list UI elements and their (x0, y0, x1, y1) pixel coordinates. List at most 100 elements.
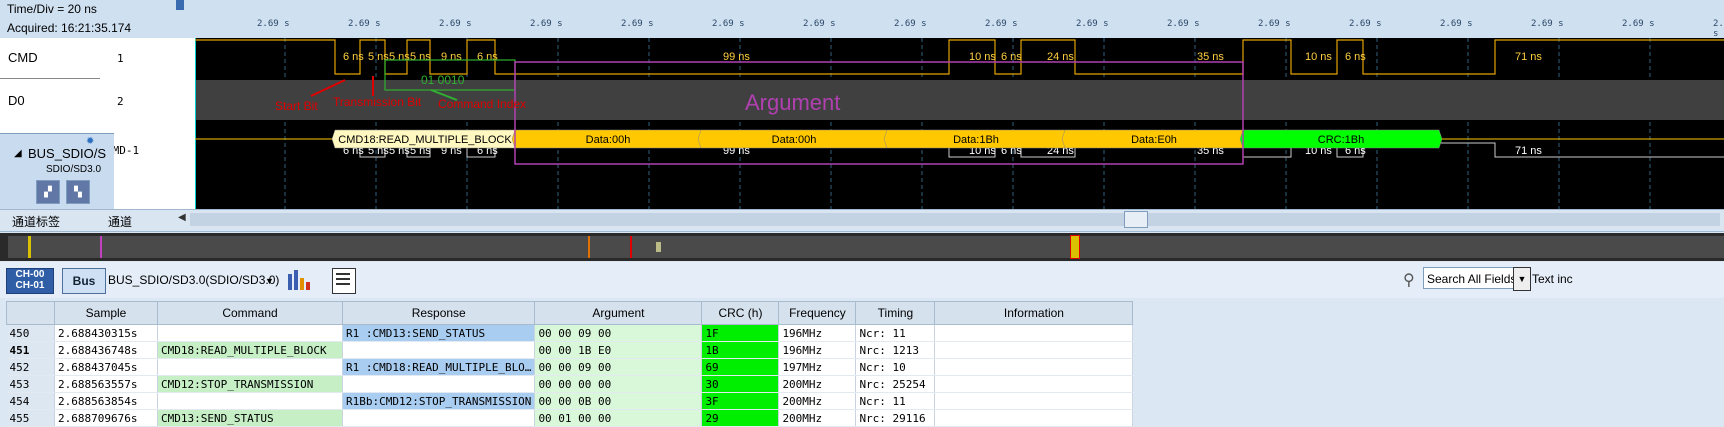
ruler-tick-label: 2.69 s (1076, 19, 1109, 29)
column-header-timing[interactable]: Timing (855, 301, 936, 325)
cell-argument: 00 00 1B E0 (534, 341, 703, 359)
channel-select-button[interactable]: CH-00 CH-01 (6, 268, 54, 294)
row-index: 450 (6, 324, 55, 342)
table-row[interactable]: 454 2.688563854s R1Bb:CMD12:STOP_TRANSMISS… (6, 392, 1134, 410)
gear-icon[interactable]: ✹ (86, 136, 94, 147)
cell-sample: 2.688436748s (54, 341, 158, 359)
cell-crc: 69 (701, 358, 780, 376)
bus-protocol: SDIO/SD3.0 (46, 164, 102, 175)
ruler-tick-label: 2.69 s (348, 19, 381, 29)
ruler-tick-label: 2.69 s (257, 19, 290, 29)
cell-argument: 00 01 00 00 (534, 409, 703, 427)
cell-information (934, 375, 1134, 393)
cell-information (934, 324, 1134, 342)
cmd-duration-label: 35 ns (1197, 51, 1224, 63)
column-header-argument[interactable]: Argument (534, 301, 703, 325)
search-icon: ⚲ (1403, 272, 1415, 289)
ruler-tick-label: 2.69 s (803, 19, 836, 29)
cmd-duration-label: 10 ns (969, 51, 996, 63)
collapse-triangle-icon[interactable]: ◢ (14, 148, 22, 159)
tab-channel-tag[interactable]: 通道标签 (12, 213, 60, 230)
ruler-tick-label: 2.69 s (1622, 19, 1655, 29)
column-header-command[interactable]: Command (157, 301, 343, 325)
cmd-duration-label: 5 ns (368, 51, 389, 63)
cell-timing: Nrc: 1213 (855, 341, 936, 359)
bus-decode-icon[interactable]: ▞ (36, 180, 60, 204)
trigger-marker-icon[interactable] (176, 0, 184, 10)
bus-format-icon[interactable]: ▚ (66, 180, 90, 204)
table-row[interactable]: 450 2.688430315s R1 :CMD13:SEND_STATUS 00 0… (6, 324, 1134, 342)
decode-toolbar: CH-00 CH-01 Bus BUS_SDIO/SD3.0(SDIO/SD3.… (0, 262, 1724, 298)
overview-viewport[interactable] (1070, 235, 1080, 259)
table-row[interactable]: 453 2.688563557s CMD12:STOP_TRANSMISSION 00… (6, 375, 1134, 393)
channel-label-cmd[interactable]: CMD (8, 50, 38, 65)
cell-argument: 00 00 0B 00 (534, 392, 703, 410)
chart-icon[interactable] (284, 268, 320, 292)
text-inc-label[interactable]: Text inc (1532, 272, 1573, 286)
bus-channel-block[interactable]: ◢ BUS_SDIO/S SDIO/SD3.0 ✹ ▞ ▚ (0, 133, 114, 210)
cell-argument: 00 00 00 00 (534, 375, 703, 393)
row-index: 451 (6, 341, 55, 359)
scroll-left-icon[interactable]: ◀ (178, 212, 186, 223)
cmd-duration-label: 5 ns (389, 51, 410, 63)
tab-channel[interactable]: 通道 (108, 213, 132, 230)
cell-response (342, 375, 536, 393)
column-header-response[interactable]: Response (341, 301, 536, 325)
column-header-frequency[interactable]: Frequency (778, 301, 857, 325)
cell-timing: Ncr: 11 (855, 392, 936, 410)
horizontal-scrollbar[interactable] (190, 211, 1720, 228)
overview-marker (656, 242, 661, 252)
cell-information (934, 341, 1134, 359)
bus-select-label[interactable]: BUS_SDIO/SD3.0(SDIO/SD3.0) (108, 273, 279, 287)
start-bit-label: Start Bit (275, 99, 318, 113)
cell-response: R1 :CMD18:READ_MULTIPLE_BLO… (342, 358, 536, 376)
channel-tab-bar: 通道标签 通道 ◀ (0, 209, 1724, 232)
cell-information (934, 358, 1134, 376)
export-icon[interactable] (332, 268, 356, 294)
channel-label-d0[interactable]: D0 (8, 93, 25, 108)
cell-timing: Ncr: 11 (855, 324, 936, 342)
overview-marker (100, 236, 102, 258)
search-dropdown-icon[interactable]: ▼ (1513, 267, 1531, 291)
table-row[interactable]: 455 2.688709676s CMD13:SEND_STATUS 00 01 00… (6, 409, 1134, 427)
table-row[interactable]: 451 2.688436748s CMD18:READ_MULTIPLE_BLOCK… (6, 341, 1134, 359)
cell-response (342, 341, 536, 359)
cell-information (934, 392, 1134, 410)
time-div-readout[interactable]: Time/Div = 20 ns (7, 2, 97, 16)
cell-timing: Nrc: 25254 (855, 375, 936, 393)
ruler-tick-label: 2.69 s (894, 19, 927, 29)
bus-icon-label: Bus (72, 274, 96, 288)
command-index-label: Command Index (438, 97, 526, 111)
cell-crc: 30 (701, 375, 780, 393)
table-row[interactable]: 452 2.688437045s R1 :CMD18:READ_MULTIPLE_B… (6, 358, 1134, 376)
ruler-tick-label: 2.69 s (1531, 19, 1564, 29)
cell-command: CMD13:SEND_STATUS (157, 409, 343, 427)
row-index: 455 (6, 409, 55, 427)
cell-frequency: 196MHz (778, 341, 857, 359)
cell-sample: 2.688709676s (54, 409, 158, 427)
cell-crc: 1B (701, 341, 780, 359)
cell-crc: 29 (701, 409, 780, 427)
cell-command (157, 324, 343, 342)
column-header-crc[interactable]: CRC (h) (701, 301, 780, 325)
cell-sample: 2.688437045s (54, 358, 158, 376)
decode-table[interactable]: Sample Command Response Argument CRC (h)… (6, 301, 1259, 427)
cmd-duration-label: 5 ns (410, 51, 431, 63)
acquired-time: Acquired: 16:21:35.174 (7, 21, 132, 35)
column-header-information[interactable]: Information (934, 301, 1134, 325)
cell-frequency: 200MHz (778, 392, 857, 410)
bus-segment-label: CRC:1Bh (1318, 134, 1364, 146)
argument-label: Argument (745, 90, 840, 115)
time-ruler[interactable]: 2.69 s 2.69 s 2.69 s 2.69 s 2.69 s 2.69 s 2.69… (195, 0, 1724, 39)
command-index-value: 01 0010 (421, 73, 465, 87)
search-field-select[interactable]: Search All Fields (1423, 267, 1527, 289)
scroll-thumb[interactable] (1124, 211, 1148, 228)
waveform-area[interactable]: 6 ns 5 ns 5 ns 5 ns 9 ns 6 ns 99 ns 10 ns 6 ns 24… (195, 38, 1724, 209)
cmd1-duration-label: 71 ns (1515, 145, 1542, 157)
column-header-sample[interactable]: Sample (54, 301, 158, 325)
chevron-down-icon[interactable]: ▼ (265, 276, 274, 286)
column-header-index[interactable] (6, 301, 55, 325)
cmd-duration-label: 71 ns (1515, 51, 1542, 63)
overview-strip[interactable] (0, 233, 1724, 261)
bus-icon[interactable]: Bus (62, 268, 106, 294)
